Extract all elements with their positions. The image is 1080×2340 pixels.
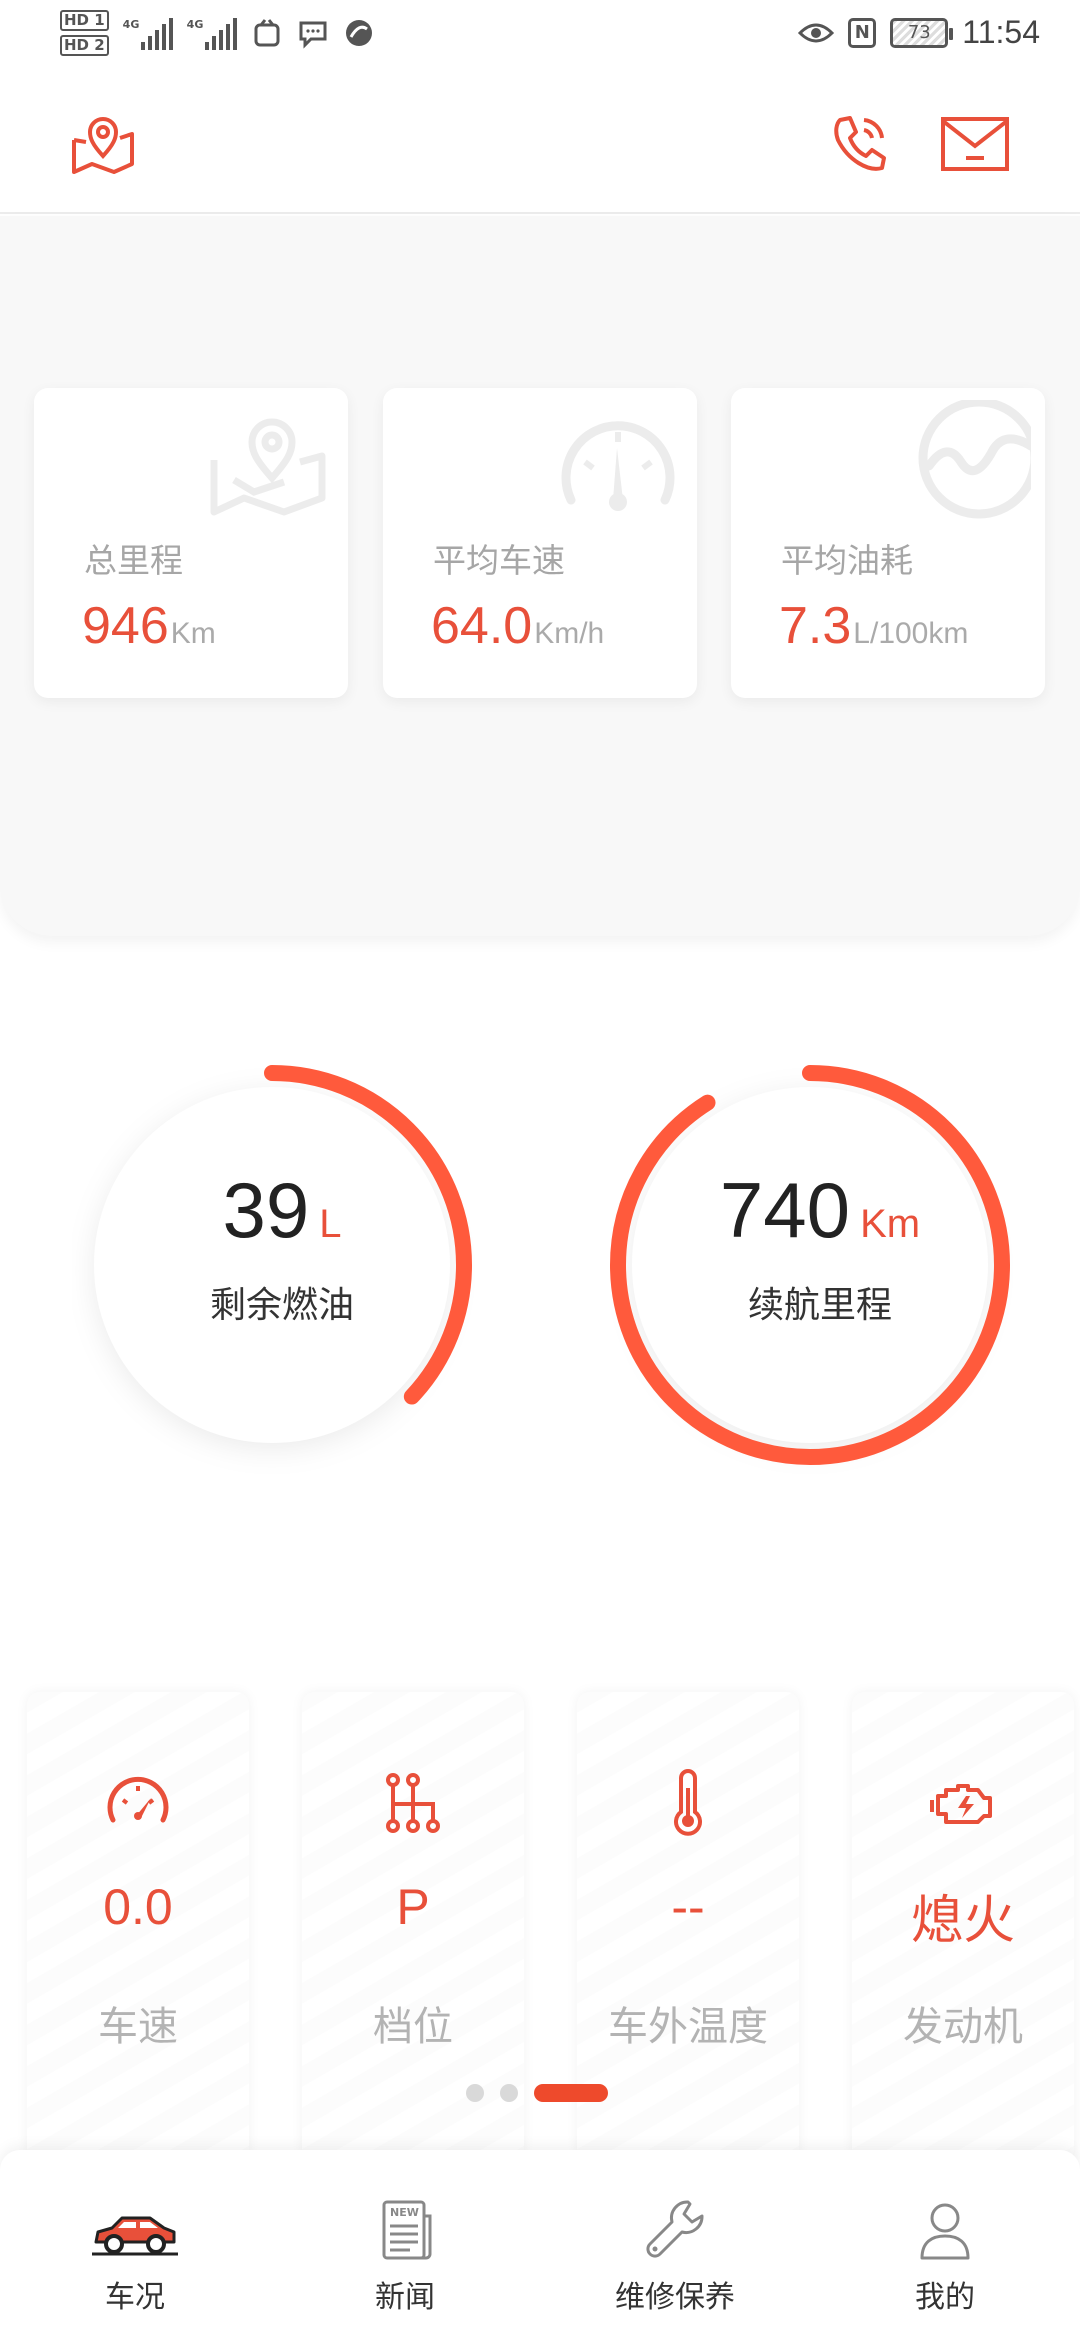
gauge-value: 740 bbox=[719, 1166, 851, 1254]
app-bar bbox=[0, 72, 1080, 214]
battery-indicator: 73 bbox=[890, 17, 954, 48]
stat-value-line: 64.0Km/h bbox=[431, 596, 604, 656]
stat-value: 7.3 bbox=[779, 597, 852, 655]
info-label: 车外温度 bbox=[608, 2004, 768, 2050]
gauge-center: 740 Km 续航里程 bbox=[610, 1165, 1030, 1328]
page-dot-active[interactable] bbox=[534, 2084, 608, 2102]
info-label: 发动机 bbox=[903, 2004, 1023, 2050]
status-bar-right: N 73 11:54 bbox=[798, 14, 1040, 51]
browser-icon bbox=[345, 20, 372, 46]
mail-icon[interactable] bbox=[940, 116, 1010, 172]
battery-level: 73 bbox=[907, 21, 931, 43]
wrench-icon bbox=[646, 2200, 704, 2258]
stat-value: 64.0 bbox=[431, 597, 533, 655]
sim-indicators: HD 1 HD 2 bbox=[60, 10, 109, 56]
range-gauge[interactable]: 740 Km 续航里程 bbox=[610, 1055, 1030, 1475]
page-dot[interactable] bbox=[500, 2084, 518, 2102]
nav-item-vehicle-status[interactable]: 车况 bbox=[0, 2150, 270, 2340]
gauge-label: 剩余燃油 bbox=[209, 1285, 354, 1326]
stat-value-line: 946Km bbox=[82, 596, 216, 656]
fuel-remaining-gauge[interactable]: 39 L 剩余燃油 bbox=[72, 1055, 492, 1475]
news-icon: NEW bbox=[382, 2200, 432, 2260]
info-value: P bbox=[396, 1879, 430, 1935]
gauge-unit: L bbox=[319, 1202, 342, 1246]
sim1-badge: HD 1 bbox=[60, 10, 109, 31]
info-value: 0.0 bbox=[103, 1879, 173, 1935]
info-card-outside-temp[interactable]: -- 车外温度 bbox=[577, 1692, 799, 2162]
nfc-icon: N bbox=[848, 17, 877, 48]
engine-icon bbox=[930, 1784, 992, 1824]
nav-item-profile[interactable]: 我的 bbox=[810, 2150, 1080, 2340]
stat-card-average-fuel[interactable]: 平均油耗 7.3L/100km bbox=[731, 388, 1045, 698]
eye-comfort-icon bbox=[798, 23, 835, 42]
gauge-unit: Km bbox=[860, 1202, 921, 1246]
status-bar-left: HD 1 HD 2 4G 4G bbox=[60, 10, 375, 56]
stat-unit: Km bbox=[170, 617, 216, 650]
sim2-badge: HD 2 bbox=[60, 35, 109, 56]
bottom-nav: 车况 NEW 新闻 维修保养 我的 bbox=[0, 2150, 1080, 2340]
nav-item-maintenance[interactable]: 维修保养 bbox=[540, 2150, 810, 2340]
stat-card-total-mileage[interactable]: 总里程 946Km bbox=[34, 388, 348, 698]
stat-label: 平均油耗 bbox=[781, 541, 913, 580]
gauge-center: 39 L 剩余燃油 bbox=[72, 1165, 492, 1328]
speedometer-icon bbox=[107, 1776, 169, 1823]
gauge-value: 39 bbox=[222, 1166, 310, 1254]
stat-value-line: 7.3L/100km bbox=[779, 596, 968, 656]
stat-card-average-speed[interactable]: 平均车速 64.0Km/h bbox=[383, 388, 697, 698]
info-label: 车速 bbox=[98, 2004, 178, 2050]
info-label: 档位 bbox=[373, 2004, 453, 2050]
nav-item-news[interactable]: NEW 新闻 bbox=[270, 2150, 540, 2340]
stat-label: 平均车速 bbox=[433, 541, 565, 580]
nav-label: 我的 bbox=[915, 2280, 975, 2315]
car-icon bbox=[92, 2216, 178, 2256]
network-type-1: 4G bbox=[122, 18, 140, 31]
signal-2-icon: 4G bbox=[187, 16, 237, 50]
user-icon bbox=[920, 2203, 970, 2260]
thermometer-icon bbox=[674, 1769, 702, 1836]
map-location-icon[interactable] bbox=[70, 112, 136, 178]
svg-text:NEW: NEW bbox=[390, 2206, 419, 2219]
phone-icon[interactable] bbox=[828, 112, 888, 178]
notification-app-icon bbox=[254, 19, 280, 47]
stat-unit: L/100km bbox=[853, 617, 969, 650]
gauge-label: 续航里程 bbox=[747, 1285, 892, 1326]
info-card-speed[interactable]: 0.0 车速 bbox=[27, 1692, 249, 2162]
signal-1-icon: 4G bbox=[123, 16, 173, 50]
network-type-2: 4G bbox=[186, 18, 204, 31]
trip-stats-panel: 总里程 946Km 平均车速 64.0Km/h 平均油耗 7.3L/100km bbox=[0, 216, 1080, 936]
stat-value: 946 bbox=[82, 597, 169, 655]
message-icon bbox=[299, 21, 327, 49]
map-icon bbox=[210, 418, 326, 516]
stat-label: 总里程 bbox=[84, 541, 183, 580]
status-bar: HD 1 HD 2 4G 4G N 73 11:54 bbox=[0, 0, 1080, 72]
stat-unit: Km/h bbox=[534, 617, 605, 650]
nav-label: 车况 bbox=[105, 2280, 165, 2315]
info-value: -- bbox=[671, 1879, 705, 1935]
nav-label: 新闻 bbox=[375, 2280, 435, 2315]
page-dot[interactable] bbox=[466, 2084, 484, 2102]
fuel-gauge-icon bbox=[918, 400, 1031, 519]
info-card-engine[interactable]: 熄火 发动机 bbox=[852, 1692, 1074, 2162]
clock: 11:54 bbox=[962, 14, 1040, 50]
gear-shift-icon bbox=[386, 1773, 440, 1833]
speedometer-icon bbox=[561, 421, 675, 511]
info-value: 熄火 bbox=[910, 1891, 1015, 1951]
nav-label: 维修保养 bbox=[615, 2280, 735, 2315]
page-indicator[interactable] bbox=[466, 2084, 608, 2102]
